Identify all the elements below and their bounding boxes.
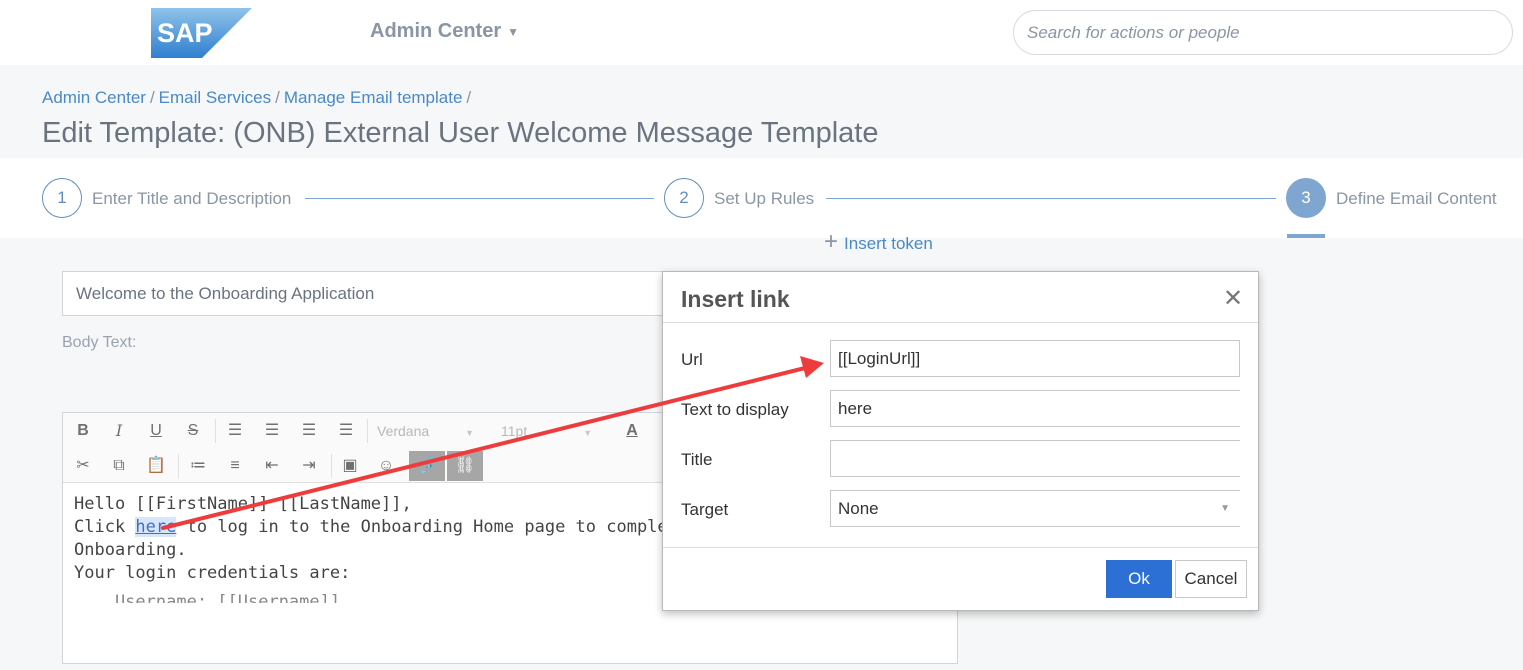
body-text-label: Body Text:: [62, 334, 137, 351]
insert-token-label: Insert token: [844, 234, 933, 253]
chevron-down-icon: ▼: [1220, 503, 1230, 514]
title-input[interactable]: [830, 440, 1240, 477]
toolbar-divider: [367, 419, 368, 443]
admin-center-menu[interactable]: Admin Center ▼: [370, 20, 519, 43]
step-1-circle[interactable]: 1: [42, 178, 82, 218]
breadcrumb-manage-email-template[interactable]: Manage Email template: [284, 88, 463, 107]
indent-icon[interactable]: ⇥: [294, 451, 324, 481]
target-label: Target: [681, 500, 729, 519]
dropdown-arrow-icon: ▼: [465, 428, 475, 438]
font-size-select[interactable]: 11pt ▼: [501, 419, 592, 443]
target-value: None: [838, 499, 879, 518]
bold-icon[interactable]: B: [68, 416, 98, 446]
step-2-circle[interactable]: 2: [664, 178, 704, 218]
step-3-circle[interactable]: 3: [1286, 178, 1326, 218]
url-label: Url: [681, 350, 703, 369]
url-input[interactable]: [830, 340, 1240, 377]
page-title: Edit Template: (ONB) External User Welco…: [42, 117, 879, 149]
align-right-icon[interactable]: ☰: [294, 416, 324, 446]
paste-icon[interactable]: 📋: [141, 451, 171, 481]
unlink-icon[interactable]: ⛓: [447, 451, 483, 481]
step-connector: [826, 198, 1276, 199]
dialog-title: Insert link: [681, 286, 790, 312]
svg-text:SAP: SAP: [157, 18, 213, 48]
plus-icon: +: [824, 228, 839, 255]
outdent-icon[interactable]: ⇤: [257, 451, 287, 481]
breadcrumb-email-services[interactable]: Email Services: [159, 88, 271, 107]
breadcrumb-admin-center[interactable]: Admin Center: [42, 88, 146, 107]
text-color-icon[interactable]: A: [617, 416, 647, 446]
breadcrumb-separator: /: [275, 88, 280, 107]
caret-down-icon: ▼: [507, 24, 520, 39]
search-input[interactable]: [1013, 10, 1513, 55]
italic-icon[interactable]: I: [104, 416, 134, 446]
toolbar-divider: [331, 454, 332, 478]
ok-button[interactable]: Ok: [1106, 560, 1172, 598]
cancel-button[interactable]: Cancel: [1175, 560, 1247, 598]
text-to-display-label: Text to display: [681, 400, 789, 419]
breadcrumb-separator: /: [466, 88, 472, 107]
text-to-display-input[interactable]: [830, 390, 1240, 427]
target-select[interactable]: None ▼: [830, 490, 1240, 527]
top-header: SAP Admin Center ▼: [0, 0, 1523, 65]
title-label: Title: [681, 450, 713, 469]
dialog-divider: [663, 547, 1258, 548]
dropdown-arrow-icon: ▼: [583, 428, 593, 438]
align-justify-icon[interactable]: ☰: [331, 416, 361, 446]
numbered-list-icon[interactable]: ≡: [220, 451, 250, 481]
image-icon[interactable]: ▣: [335, 451, 365, 481]
admin-center-label: Admin Center: [370, 20, 502, 42]
page-header: Admin Center / Email Services / Manage Email…: [0, 65, 1523, 158]
step-3-label[interactable]: Define Email Content: [1336, 189, 1497, 209]
link-icon[interactable]: 🔗: [409, 451, 445, 481]
cut-icon[interactable]: ✂: [68, 451, 98, 481]
bullet-list-icon[interactable]: ≔: [183, 451, 213, 481]
insert-link-dialog: Insert link ✕ Url Text to display Title …: [662, 271, 1259, 611]
emoji-icon[interactable]: ☺: [371, 451, 401, 481]
breadcrumb-separator: /: [149, 88, 155, 107]
strikethrough-icon[interactable]: S: [178, 416, 208, 446]
here-link[interactable]: here: [135, 517, 177, 537]
align-left-icon[interactable]: ☰: [220, 416, 250, 446]
step-2-label[interactable]: Set Up Rules: [714, 189, 814, 209]
dialog-divider: [663, 322, 1258, 323]
body-text: Click: [74, 517, 136, 537]
body-text: to log in to the Onboarding Home page to…: [176, 517, 730, 537]
breadcrumb: Admin Center / Email Services / Manage Email…: [42, 88, 475, 108]
wizard-stepper: 1 Enter Title and Description 2 Set Up R…: [0, 158, 1523, 238]
step-connector: [305, 198, 654, 199]
align-center-icon[interactable]: ☰: [257, 416, 287, 446]
step-1-label[interactable]: Enter Title and Description: [92, 189, 291, 209]
underline-icon[interactable]: U: [141, 416, 171, 446]
font-size-value: 11pt: [501, 423, 528, 439]
close-icon[interactable]: ✕: [1223, 284, 1243, 313]
insert-token-button[interactable]: + Insert token: [824, 228, 933, 256]
copy-icon[interactable]: ⧉: [104, 451, 134, 481]
sap-logo[interactable]: SAP: [151, 8, 252, 58]
toolbar-divider: [178, 454, 179, 478]
font-family-select[interactable]: Verdana ▼: [377, 419, 474, 443]
font-family-value: Verdana: [377, 423, 430, 439]
toolbar-divider: [215, 419, 216, 443]
